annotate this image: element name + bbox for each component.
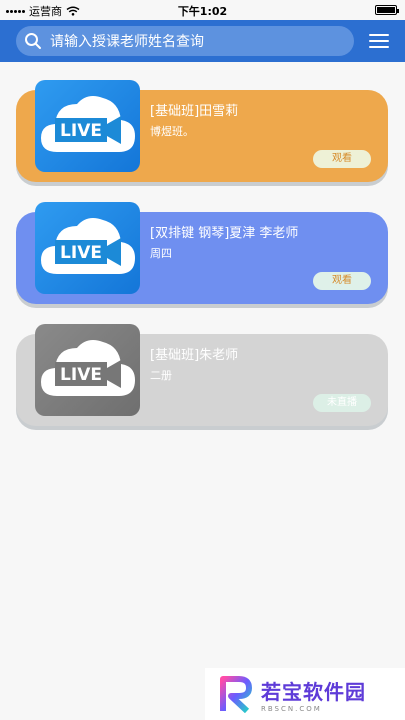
svg-text:LIVE: LIVE <box>60 365 102 385</box>
live-cloud-icon: LIVE <box>35 202 140 294</box>
search-input[interactable]: 请输入授课老师姓名查询 <box>16 26 354 56</box>
live-cloud-icon: LIVE <box>35 80 140 172</box>
class-card[interactable]: LIVE [基础班]朱老师 二册 未直播 <box>16 324 388 430</box>
class-subtitle: 博煜班。 <box>150 125 194 138</box>
battery-icon <box>375 5 399 15</box>
watermark-url: RBSCN.COM <box>261 704 322 713</box>
header-bar: 请输入授课老师姓名查询 <box>0 20 405 62</box>
search-icon <box>25 33 41 49</box>
class-subtitle: 二册 <box>150 369 172 382</box>
class-card[interactable]: LIVE [双排键 钢琴]夏津 李老师 周四 观看 <box>16 202 388 308</box>
watermark: 若宝软件园 RBSCN.COM <box>205 668 405 720</box>
class-title: [基础班]朱老师 <box>150 348 239 363</box>
status-bar: 运营商 下午1:02 <box>0 0 405 20</box>
class-title: [双排键 钢琴]夏津 李老师 <box>150 226 299 241</box>
watermark-name: 若宝软件园 <box>261 679 366 704</box>
watch-button[interactable]: 观看 <box>313 150 371 168</box>
svg-text:LIVE: LIVE <box>60 243 102 263</box>
class-card[interactable]: LIVE [基础班]田雪莉 博煜班。 观看 <box>16 80 388 186</box>
live-cloud-icon: LIVE <box>35 324 140 416</box>
class-subtitle: 周四 <box>150 247 172 260</box>
not-live-badge: 未直播 <box>313 394 371 412</box>
logo-icon <box>220 676 252 713</box>
class-title: [基础班]田雪莉 <box>150 104 239 119</box>
status-time: 下午1:02 <box>177 5 228 18</box>
search-placeholder: 请输入授课老师姓名查询 <box>50 34 204 50</box>
menu-icon[interactable] <box>369 34 389 48</box>
svg-text:LIVE: LIVE <box>60 121 102 141</box>
watch-button[interactable]: 观看 <box>313 272 371 290</box>
